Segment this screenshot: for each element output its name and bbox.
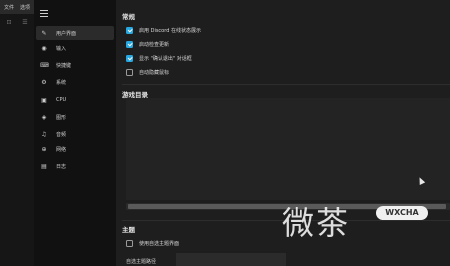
sidebar-item-label: 图形 xyxy=(56,114,67,121)
option-label: 显示 "确认退出" 对话框 xyxy=(139,56,192,62)
sidebar-item-label: 输入 xyxy=(56,45,67,52)
sidebar-item-label: 音频 xyxy=(56,131,67,138)
option-label: 启用 Discord 在线状态展示 xyxy=(139,28,201,34)
sidebar-item-label: CPU xyxy=(56,97,67,103)
sidebar-item-network[interactable]: ⊕ 网络 xyxy=(36,142,114,156)
watermark-badge: WXCHA xyxy=(376,206,428,220)
sidebar-item-cpu[interactable]: ▣ CPU xyxy=(36,93,114,107)
custom-theme-option[interactable]: 使用自选主题界面 xyxy=(126,240,179,247)
menu-file[interactable]: 文件 xyxy=(4,4,14,14)
settings-sidebar: ✎ 用户界面 ◉ 输入 ⌨ 快捷键 ⚙ 系统 ▣ CPU ◈ 图形 ♫ 音频 ⊕… xyxy=(34,0,116,266)
sidebar-item-label: 用户界面 xyxy=(56,30,77,37)
checkbox[interactable] xyxy=(126,41,133,48)
option-label: 启动检查更新 xyxy=(139,42,170,48)
plus-circle-icon: ⊕ xyxy=(41,145,47,153)
sidebar-item-system[interactable]: ⚙ 系统 xyxy=(36,75,114,89)
checkbox[interactable] xyxy=(126,27,133,34)
confirm-exit-option[interactable]: 显示 "确认退出" 对话框 xyxy=(126,55,192,62)
checkbox[interactable] xyxy=(126,240,133,247)
theme-path-input[interactable] xyxy=(176,253,286,266)
sidebar-item-ui[interactable]: ✎ 用户界面 xyxy=(36,26,114,40)
brush-icon: ✎ xyxy=(41,29,47,37)
document-icon: ▤ xyxy=(41,162,47,170)
check-updates-option[interactable]: 启动检查更新 xyxy=(126,41,169,48)
watermark-text: 微茶 xyxy=(282,204,351,242)
sidebar-item-label: 系统 xyxy=(56,79,67,86)
watermark-logo: 微茶 WXCHA xyxy=(282,198,450,246)
graphics-icon: ◈ xyxy=(41,113,47,121)
hamburger-menu-icon[interactable] xyxy=(40,10,48,17)
hide-mouse-option[interactable]: 自动隐藏鼠标 xyxy=(126,69,169,76)
keyboard-icon: ⌨ xyxy=(40,61,49,69)
checkbox[interactable] xyxy=(126,69,133,76)
sidebar-item-audio[interactable]: ♫ 音频 xyxy=(36,127,114,141)
sidebar-item-input[interactable]: ◉ 输入 xyxy=(36,41,114,55)
theme-path-label: 自选主题路径 xyxy=(126,259,157,265)
music-icon: ♫ xyxy=(41,130,47,138)
checkbox[interactable] xyxy=(126,55,133,62)
sidebar-item-graphics[interactable]: ◈ 图形 xyxy=(36,110,114,124)
menu-options[interactable]: 选项 xyxy=(20,4,30,14)
option-label: 使用自选主题界面 xyxy=(139,241,180,247)
window-icon[interactable]: ⊡ xyxy=(2,18,16,28)
discord-status-option[interactable]: 启用 Discord 在线状态展示 xyxy=(126,27,201,34)
option-label: 自动隐藏鼠标 xyxy=(139,70,170,76)
list-icon[interactable]: ☰ xyxy=(18,18,32,28)
sidebar-item-label: 网络 xyxy=(56,146,67,153)
gear-icon: ⚙ xyxy=(41,78,47,86)
game-directory-list[interactable] xyxy=(126,98,450,200)
theme-section-title: 主题 xyxy=(122,226,135,234)
sidebar-item-hotkeys[interactable]: ⌨ 快捷键 xyxy=(36,58,114,72)
sidebar-item-label: 快捷键 xyxy=(56,62,72,69)
general-section-title: 常规 xyxy=(122,13,135,21)
menu-bar: 文件 选项 xyxy=(0,0,36,14)
section-divider xyxy=(122,84,450,85)
cpu-icon: ▣ xyxy=(41,96,47,104)
eye-icon: ◉ xyxy=(41,44,47,52)
left-toolbar-strip: ⊡ ☰ xyxy=(0,14,35,266)
sidebar-item-label: 日志 xyxy=(56,163,67,170)
sidebar-item-log[interactable]: ▤ 日志 xyxy=(36,159,114,173)
